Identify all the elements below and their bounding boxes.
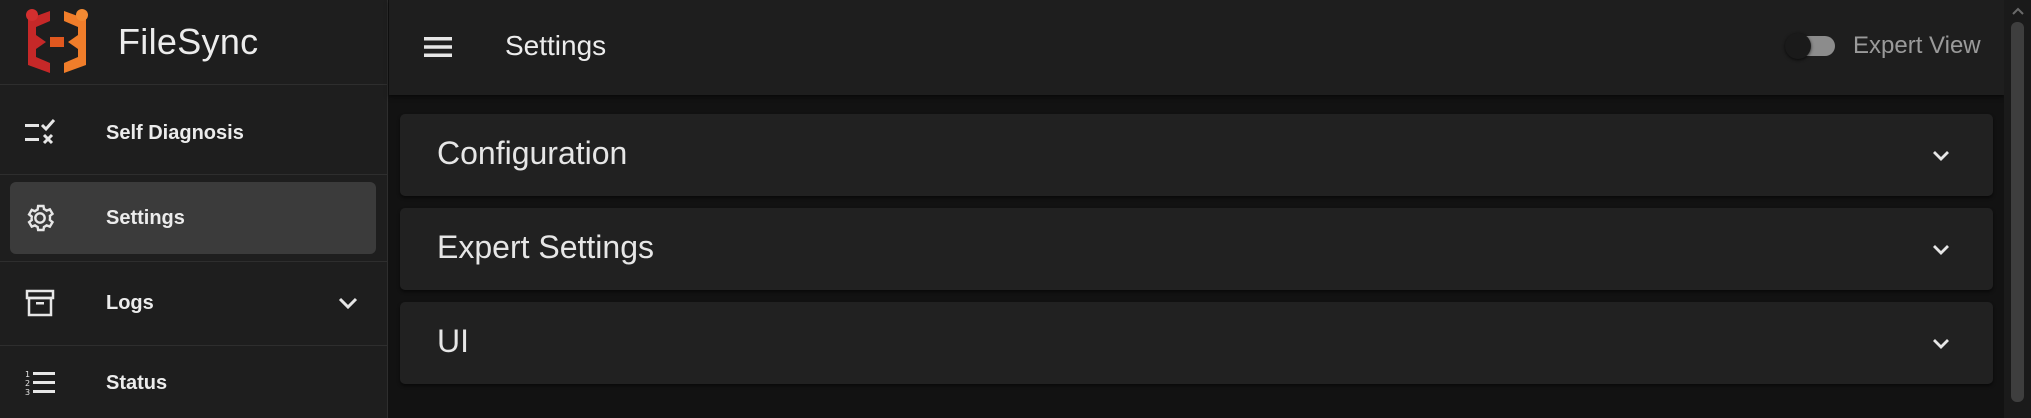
numbered-list-icon: 1 2 3: [22, 365, 58, 401]
vertical-scrollbar[interactable]: [2004, 0, 2031, 418]
toggle-label: Expert View: [1853, 32, 1981, 59]
sidebar-item-label: Settings: [106, 206, 185, 229]
hamburger-menu-icon: [424, 37, 452, 57]
sidebar-item-status[interactable]: 1 2 3 Status: [10, 350, 376, 416]
accordion-title: Configuration: [437, 135, 628, 171]
sidebar-item-label: Logs: [106, 291, 154, 314]
app-window: FileSync Self Diagnosis Settings Logs 1 …: [0, 0, 2031, 418]
sidebar-item-self-diagnosis[interactable]: Self Diagnosis: [10, 98, 376, 168]
svg-text:3: 3: [25, 388, 30, 397]
svg-text:2: 2: [25, 379, 30, 388]
sidebar-item-settings[interactable]: Settings: [10, 182, 376, 254]
chevron-down-icon[interactable]: [1929, 237, 1953, 261]
accordion-title: UI: [437, 323, 469, 359]
filesync-logo: [26, 9, 88, 73]
archive-icon: [22, 285, 58, 321]
toggle-thumb: [1785, 33, 1811, 59]
gear-icon: [22, 200, 58, 236]
page-title: Settings: [505, 30, 607, 61]
scrollbar-thumb[interactable]: [2011, 22, 2024, 402]
divider: [0, 174, 387, 175]
toggle-switch[interactable]: [1785, 33, 1835, 59]
chevron-down-icon[interactable]: [1929, 331, 1953, 355]
accordion-configuration[interactable]: Configuration: [400, 114, 1993, 196]
accordion-title: Expert Settings: [437, 229, 654, 265]
divider: [0, 261, 387, 262]
sidebar-item-logs[interactable]: Logs: [10, 268, 376, 338]
sidebar-item-label: Self Diagnosis: [106, 121, 244, 144]
menu-button[interactable]: [419, 28, 457, 66]
sidebar: FileSync Self Diagnosis Settings Logs 1 …: [0, 0, 388, 418]
expert-view-toggle[interactable]: Expert View: [1785, 32, 1981, 60]
scroll-up-arrow-icon[interactable]: [2011, 6, 2025, 16]
brand[interactable]: FileSync: [0, 0, 387, 85]
svg-text:1: 1: [25, 370, 30, 379]
top-app-bar: Settings Expert View: [389, 0, 2004, 95]
accordion-expert-settings[interactable]: Expert Settings: [400, 208, 1993, 290]
accordion-ui[interactable]: UI: [400, 302, 1993, 384]
chevron-down-icon[interactable]: [336, 291, 360, 315]
checklist-icon: [22, 115, 58, 151]
chevron-down-icon[interactable]: [1929, 143, 1953, 167]
divider: [0, 345, 387, 346]
app-name: FileSync: [118, 21, 259, 62]
sidebar-item-label: Status: [106, 371, 168, 394]
